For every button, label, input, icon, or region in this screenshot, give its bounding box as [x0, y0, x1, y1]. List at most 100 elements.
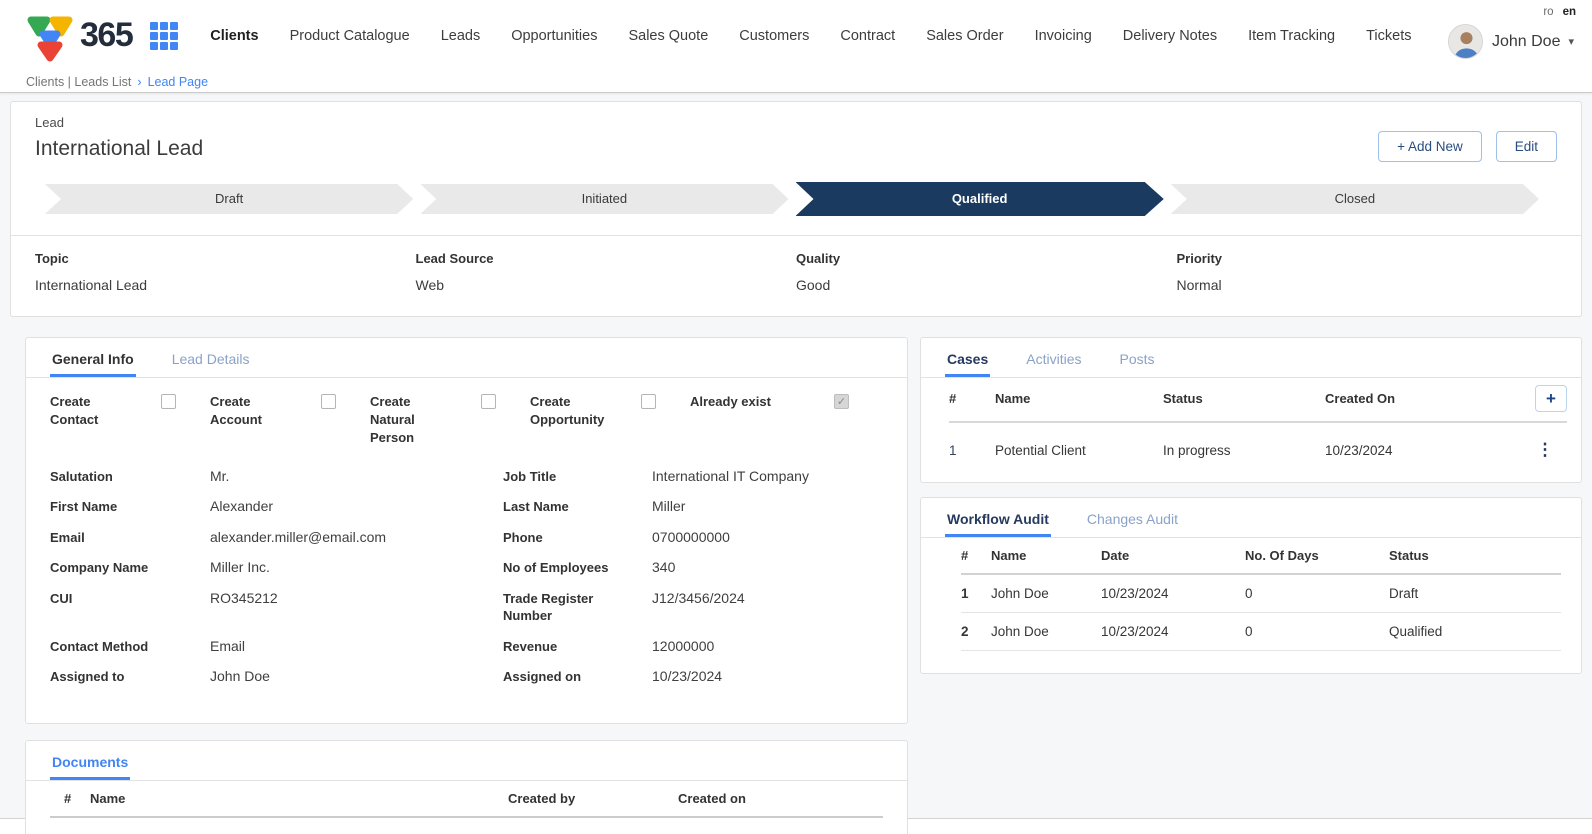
- logo-text: 365: [80, 16, 132, 55]
- chevron-down-icon: ▾: [1568, 35, 1574, 48]
- add-new-button[interactable]: + Add New: [1378, 131, 1482, 162]
- nav-item-customers[interactable]: Customers: [739, 28, 809, 44]
- create-checkboxes-row: Create Contact Create Account Create Natur…: [26, 378, 907, 450]
- tab-workflow-workflow-audit[interactable]: Workflow Audit: [945, 498, 1051, 537]
- summary-quality: Quality Good: [796, 251, 1177, 293]
- lead-fields: SalutationMr.Job TitleInternational IT C…: [26, 450, 907, 699]
- kebab-menu-icon[interactable]: ⋮: [1523, 440, 1567, 460]
- summary-priority: PriorityNormal: [1177, 251, 1558, 293]
- logo-triangles-icon: [22, 8, 76, 64]
- checkbox-label: Create Contact: [50, 393, 130, 429]
- cell: 1: [949, 443, 995, 458]
- summary-label: Quality: [796, 251, 1177, 266]
- column-header-created-on: Created On: [1325, 391, 1523, 406]
- field-value-first-name: Alexander: [210, 498, 503, 527]
- nav-item-leads[interactable]: Leads: [441, 28, 481, 44]
- column-header-: #: [961, 548, 991, 563]
- tab-general-lead-details[interactable]: Lead Details: [170, 338, 252, 377]
- nav-item-item-tracking[interactable]: Item Tracking: [1248, 28, 1335, 44]
- summary-topic: Topic International Lead: [35, 251, 416, 293]
- column-header-: #: [949, 391, 995, 406]
- entity-type-label: Lead: [35, 115, 203, 130]
- lang-ro[interactable]: ro: [1543, 6, 1553, 18]
- checkbox-group-already-exist: Already exist: [690, 393, 883, 448]
- nav-item-sales-quote[interactable]: Sales Quote: [628, 28, 708, 44]
- field-value-cui: RO345212: [210, 590, 503, 619]
- column-header-status: Status: [1389, 548, 1561, 563]
- summary-label: Lead Source: [416, 251, 797, 266]
- field-value-assigned-on: 10/23/2024: [652, 668, 883, 697]
- field-label-phone: Phone: [503, 529, 652, 560]
- column-header-date: Date: [1101, 548, 1245, 563]
- top-nav: 365 Clients Product Catalogue Leads Opportu…: [0, 0, 1592, 71]
- field-label-assigned-to: Assigned to: [50, 668, 210, 699]
- nav-item-contract[interactable]: Contract: [840, 28, 895, 44]
- workflow-tabs: Workflow Audit Changes Audit: [921, 498, 1581, 538]
- user-menu[interactable]: John Doe ▾: [1448, 24, 1574, 59]
- workflow-table-row[interactable]: 2John Doe10/23/20240Qualified: [961, 613, 1561, 651]
- breadcrumb-current[interactable]: Lead Page: [148, 75, 208, 89]
- cases-table-row[interactable]: 1Potential ClientIn progress10/23/2024⋮: [949, 423, 1567, 474]
- checkbox-group-create-account: Create Account: [210, 393, 370, 448]
- tab-workflow-changes-audit[interactable]: Changes Audit: [1085, 498, 1180, 537]
- checkbox-group-create-natural-person: Create Natural Person: [370, 393, 530, 448]
- tab-general-general-info[interactable]: General Info: [50, 338, 136, 377]
- column-header-: #: [50, 791, 90, 806]
- breadcrumb-separator: ›: [137, 75, 141, 89]
- nav-item-opportunities[interactable]: Opportunities: [511, 28, 597, 44]
- nav-item-invoicing[interactable]: Invoicing: [1035, 28, 1092, 44]
- page-title: International Lead: [35, 137, 203, 161]
- tab-documents-documents[interactable]: Documents: [50, 741, 130, 780]
- checkbox-create-account[interactable]: [321, 394, 336, 409]
- cell: 0: [1245, 586, 1389, 601]
- cases-table-header: #NameStatusCreated On+: [949, 378, 1567, 423]
- stage-qualified[interactable]: Qualified: [796, 182, 1164, 216]
- stage-draft[interactable]: Draft: [45, 184, 413, 214]
- cell: In progress: [1163, 443, 1325, 458]
- nav-item-clients[interactable]: Clients: [210, 28, 258, 44]
- add-case-button[interactable]: +: [1535, 385, 1567, 412]
- cases-tabs: Cases Activities Posts: [921, 338, 1581, 378]
- column-header-status: Status: [1163, 391, 1325, 406]
- checkbox-create-natural-person[interactable]: [481, 394, 496, 409]
- summary-value: Good: [796, 277, 1177, 293]
- stage-initiated[interactable]: Initiated: [420, 184, 788, 214]
- avatar: [1448, 24, 1483, 59]
- lead-header-card: Lead International Lead + Add New Edit D…: [10, 101, 1582, 317]
- tab-cases-activities[interactable]: Activities: [1024, 338, 1083, 377]
- workflow-table-row[interactable]: 1John Doe10/23/20240Draft: [961, 575, 1561, 613]
- cell: Draft: [1389, 586, 1561, 601]
- tab-cases-posts[interactable]: Posts: [1118, 338, 1157, 377]
- documents-table-header: #NameCreated byCreated on: [50, 781, 883, 818]
- edit-button[interactable]: Edit: [1496, 131, 1557, 162]
- nav-item-delivery-notes[interactable]: Delivery Notes: [1123, 28, 1217, 44]
- nav-item-tickets[interactable]: Tickets: [1366, 28, 1411, 44]
- summary-lead-source: Lead SourceWeb: [416, 251, 797, 293]
- cases-table-body: 1Potential ClientIn progress10/23/2024⋮: [921, 423, 1581, 474]
- field-value-no-of-employees: 340: [652, 559, 883, 588]
- app-logo[interactable]: 365: [22, 8, 132, 64]
- workflow-audit-card: Workflow AuditChanges Audit #NameDateNo.…: [920, 497, 1582, 674]
- field-label-salutation: Salutation: [50, 468, 210, 499]
- nav-item-product-catalogue[interactable]: Product Catalogue: [290, 28, 410, 44]
- field-value-last-name: Miller: [652, 498, 883, 527]
- stage-closed[interactable]: Closed: [1171, 184, 1539, 214]
- checkbox-create-contact[interactable]: [161, 394, 176, 409]
- apps-grid-icon[interactable]: [150, 22, 178, 50]
- nav-item-sales-order[interactable]: Sales Order: [926, 28, 1003, 44]
- checkbox-already-exist[interactable]: [834, 394, 849, 409]
- documents-card: Documents #NameCreated byCreated on The …: [25, 740, 908, 834]
- checkbox-label: Create Account: [210, 393, 290, 429]
- summary-label: Topic: [35, 251, 416, 266]
- column-header-name: Name: [991, 548, 1101, 563]
- field-label-cui: CUI: [50, 590, 210, 621]
- cell: Qualified: [1389, 624, 1561, 639]
- breadcrumb-path[interactable]: Clients | Leads List: [26, 75, 131, 89]
- lang-en[interactable]: en: [1563, 6, 1576, 18]
- field-label-company-name: Company Name: [50, 559, 210, 590]
- tab-cases-cases[interactable]: Cases: [945, 338, 990, 377]
- field-value-email: alexander.miller@email.com: [210, 529, 503, 558]
- general-info-card: General InfoLead Details Create ContactC…: [25, 337, 908, 724]
- summary-value: International Lead: [35, 277, 416, 293]
- checkbox-create-opportunity[interactable]: [641, 394, 656, 409]
